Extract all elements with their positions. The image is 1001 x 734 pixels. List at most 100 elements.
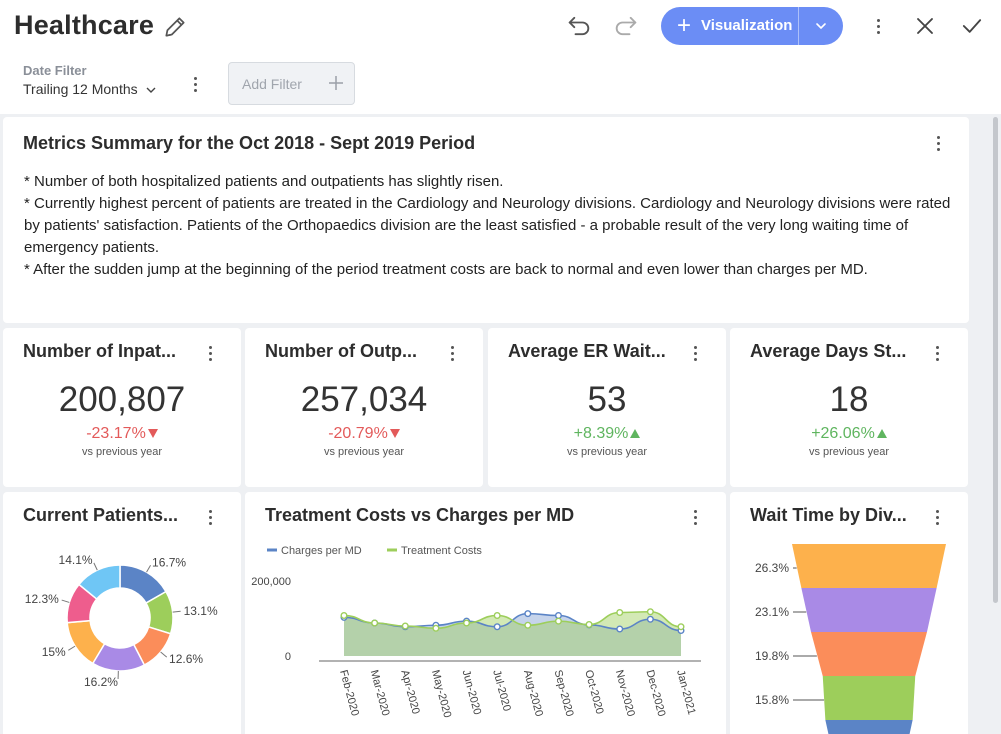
data-point[interactable] <box>340 611 348 619</box>
legend-entry[interactable]: Charges per MD <box>281 545 362 557</box>
undo-icon[interactable] <box>565 12 593 40</box>
funnel-chart[interactable]: 26.3%23.1%19.8%15.8%14.9% <box>730 492 968 734</box>
data-point[interactable] <box>554 611 562 619</box>
kpi-change: -23.17% <box>3 425 241 443</box>
kpi-subtitle: vs previous year <box>323 446 405 458</box>
more-options-icon[interactable] <box>203 344 217 362</box>
y-tick-label: 200,000 <box>251 576 291 588</box>
kpi-value: 257,034 <box>300 380 428 419</box>
summary-line: * Number of both hospitalized patients a… <box>24 173 504 190</box>
x-tick-label: Oct-2020 <box>582 669 605 716</box>
legend-entry[interactable]: Treatment Costs <box>401 545 482 557</box>
donut-leader-line <box>93 562 98 571</box>
summary-line: * After the sudden jump at the beginning… <box>24 261 868 278</box>
vertical-scrollbar[interactable] <box>993 117 998 603</box>
dashboard-title: Healthcare <box>14 10 155 40</box>
kpi-change: +8.39% <box>488 425 726 443</box>
date-filter-dropdown[interactable]: Trailing 12 Months <box>23 81 157 97</box>
x-tick-label: Jan-2021 <box>674 669 697 716</box>
donut-leader-line <box>68 645 76 651</box>
chevron-down-icon[interactable] <box>813 18 829 34</box>
date-filter-value: Trailing 12 Months <box>23 81 138 97</box>
donut-chart-card[interactable]: Current Patients... 16.7% 13.1% 12.6% 16.2%… <box>3 492 241 734</box>
kpi-title: Average Days St... <box>750 341 907 361</box>
more-options-icon[interactable] <box>445 344 459 362</box>
x-tick-label: Jun-2020 <box>460 669 483 716</box>
funnel-segment[interactable] <box>822 676 916 720</box>
kpi-change-value: -20.79% <box>328 425 388 442</box>
add-filter-label: Add Filter <box>242 76 302 92</box>
redo-icon[interactable] <box>612 12 640 40</box>
donut-chart[interactable]: 16.7% 13.1% 12.6% 16.2% 15% 12.3% 14.1% <box>3 492 241 734</box>
kpi-change: -20.79% <box>245 425 483 443</box>
data-point[interactable] <box>401 622 409 630</box>
data-point[interactable] <box>493 623 501 631</box>
more-options-icon[interactable] <box>871 16 885 36</box>
dashboard-header: Healthcare + Visualization Date Filter T… <box>0 0 1001 114</box>
donut-leader-line <box>160 651 168 658</box>
donut-slice-label: 16.2% <box>84 675 118 689</box>
filter-options-icon[interactable] <box>186 74 204 94</box>
data-point[interactable] <box>432 624 440 632</box>
data-point[interactable] <box>646 615 654 623</box>
donut-leader-line <box>61 599 70 603</box>
kpi-value: 200,807 <box>58 380 186 419</box>
arrow-up-icon <box>630 429 641 439</box>
more-options-icon[interactable] <box>931 134 945 152</box>
data-point[interactable] <box>463 619 471 627</box>
plus-icon <box>329 76 343 90</box>
pencil-icon[interactable] <box>162 14 188 40</box>
x-tick-label: Aug-2020 <box>521 669 545 718</box>
kpi-card-inpatients[interactable]: Number of Inpat... 200,807 -23.17% vs pr… <box>3 328 241 487</box>
arrow-up-icon <box>876 429 887 439</box>
date-filter-label: Date Filter <box>23 63 87 78</box>
data-point[interactable] <box>677 623 685 631</box>
funnel-segment[interactable] <box>801 588 937 632</box>
data-point[interactable] <box>524 621 532 629</box>
x-tick-label: May-2020 <box>429 669 453 719</box>
data-point[interactable] <box>616 608 624 616</box>
area-chart-card[interactable]: Treatment Costs vs Charges per MD Charge… <box>245 492 726 734</box>
donut-leader-line <box>172 610 181 613</box>
kpi-card-outpatients[interactable]: Number of Outp... 257,034 -20.79% vs pre… <box>245 328 483 487</box>
more-options-icon[interactable] <box>688 344 702 362</box>
data-point[interactable] <box>646 608 654 616</box>
x-tick-label: Sep-2020 <box>552 669 576 718</box>
metrics-summary-card: Metrics Summary for the Oct 2018 - Sept … <box>3 117 969 323</box>
funnel-segment[interactable] <box>811 632 927 676</box>
kpi-title: Average ER Wait... <box>508 341 666 361</box>
funnel-chart-card[interactable]: Wait Time by Div... 26.3% 23.1% 19.8% 15.8%… <box>730 492 968 734</box>
kpi-title: Number of Inpat... <box>23 341 176 361</box>
data-point[interactable] <box>585 620 593 628</box>
funnel-segment[interactable] <box>792 544 946 588</box>
x-tick-label: Nov-2020 <box>613 669 637 718</box>
x-tick-label: Feb-2020 <box>337 669 361 718</box>
data-point[interactable] <box>493 611 501 619</box>
add-filter-button[interactable]: Add Filter <box>228 62 355 105</box>
more-options-icon[interactable] <box>930 344 944 362</box>
button-divider <box>798 7 799 45</box>
funnel-segment-label: 23.1% <box>755 605 789 619</box>
x-tick-label: Apr-2020 <box>398 669 421 716</box>
checkmark-icon[interactable] <box>958 12 986 40</box>
kpi-change-value: +26.06% <box>811 425 875 442</box>
kpi-card-er-wait[interactable]: Average ER Wait... 53 +8.39% vs previous… <box>488 328 726 487</box>
kpi-card-days-stay[interactable]: Average Days St... 18 +26.06% vs previou… <box>730 328 968 487</box>
data-point[interactable] <box>616 625 624 633</box>
kpi-value: 53 <box>587 380 627 419</box>
summary-line: * Currently highest percent of patients … <box>24 195 951 256</box>
funnel-segment-label: 26.3% <box>755 561 789 575</box>
donut-slice-label: 12.3% <box>25 592 59 606</box>
x-tick-label: Mar-2020 <box>368 669 392 718</box>
funnel-segment-label: 15.8% <box>755 693 789 707</box>
add-visualization-button[interactable]: + Visualization <box>661 7 843 45</box>
area-chart[interactable]: Charges per MD Treatment Costs 200,000 0 Feb… <box>245 492 726 734</box>
kpi-subtitle: vs previous year <box>81 446 163 458</box>
x-tick-label: Dec-2020 <box>643 669 667 718</box>
data-point[interactable] <box>371 619 379 627</box>
data-point[interactable] <box>554 617 562 625</box>
data-point[interactable] <box>524 610 532 618</box>
close-icon[interactable] <box>911 12 939 40</box>
funnel-segment[interactable] <box>825 720 913 734</box>
donut-slice-label: 13.1% <box>184 604 218 618</box>
